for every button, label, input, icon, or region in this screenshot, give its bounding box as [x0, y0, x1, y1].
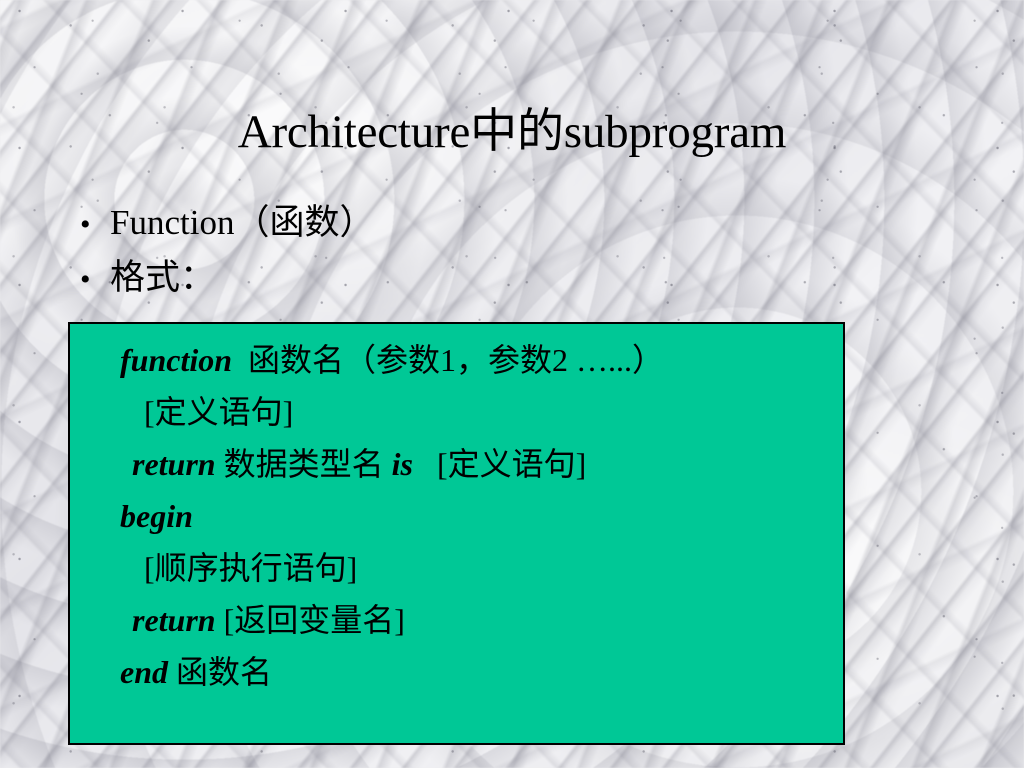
- code-line-list: function 函数名（参数1，参数2 …...） [定义语句] return 数…: [70, 334, 843, 698]
- code-keyword: return: [132, 602, 216, 638]
- code-line: return 数据类型名 is [定义语句]: [70, 438, 843, 490]
- bullet-item-label: 格式：: [110, 258, 216, 297]
- bullet-item-label: Function（函数）: [110, 203, 375, 242]
- code-keyword: function: [120, 342, 233, 378]
- bullet-item: • Function（函数）: [80, 196, 880, 251]
- code-line: begin: [70, 490, 843, 542]
- code-line: function 函数名（参数1，参数2 …...）: [70, 334, 843, 386]
- code-text: [顺序执行语句]: [144, 550, 358, 586]
- code-keyword: return: [132, 446, 216, 482]
- bullet-marker-icon: •: [80, 208, 91, 241]
- bullet-marker-icon: •: [80, 263, 91, 296]
- bullet-item: • 格式：: [80, 251, 880, 306]
- code-syntax-box: function 函数名（参数1，参数2 …...） [定义语句] return 数…: [68, 322, 845, 745]
- bullet-list: • Function（函数） • 格式：: [80, 196, 880, 306]
- code-text: 函数名（参数1，参数2 …...）: [232, 342, 665, 378]
- code-keyword: end: [120, 654, 168, 690]
- code-line: [定义语句]: [70, 386, 843, 438]
- code-keyword: begin: [120, 498, 193, 534]
- code-text: [返回变量名]: [215, 602, 405, 638]
- code-text: 数据类型名: [215, 446, 392, 482]
- code-line: end 函数名: [70, 646, 843, 698]
- code-text: [定义语句]: [144, 394, 294, 430]
- code-text: [定义语句]: [412, 446, 587, 482]
- presentation-slide: Architecture中的subprogram • Function（函数） • 格…: [0, 0, 1024, 768]
- slide-title: Architecture中的subprogram: [237, 106, 787, 158]
- code-line: return [返回变量名]: [70, 594, 843, 646]
- code-text: 函数名: [168, 654, 273, 690]
- code-line: [顺序执行语句]: [70, 542, 843, 594]
- code-keyword: is: [391, 446, 413, 482]
